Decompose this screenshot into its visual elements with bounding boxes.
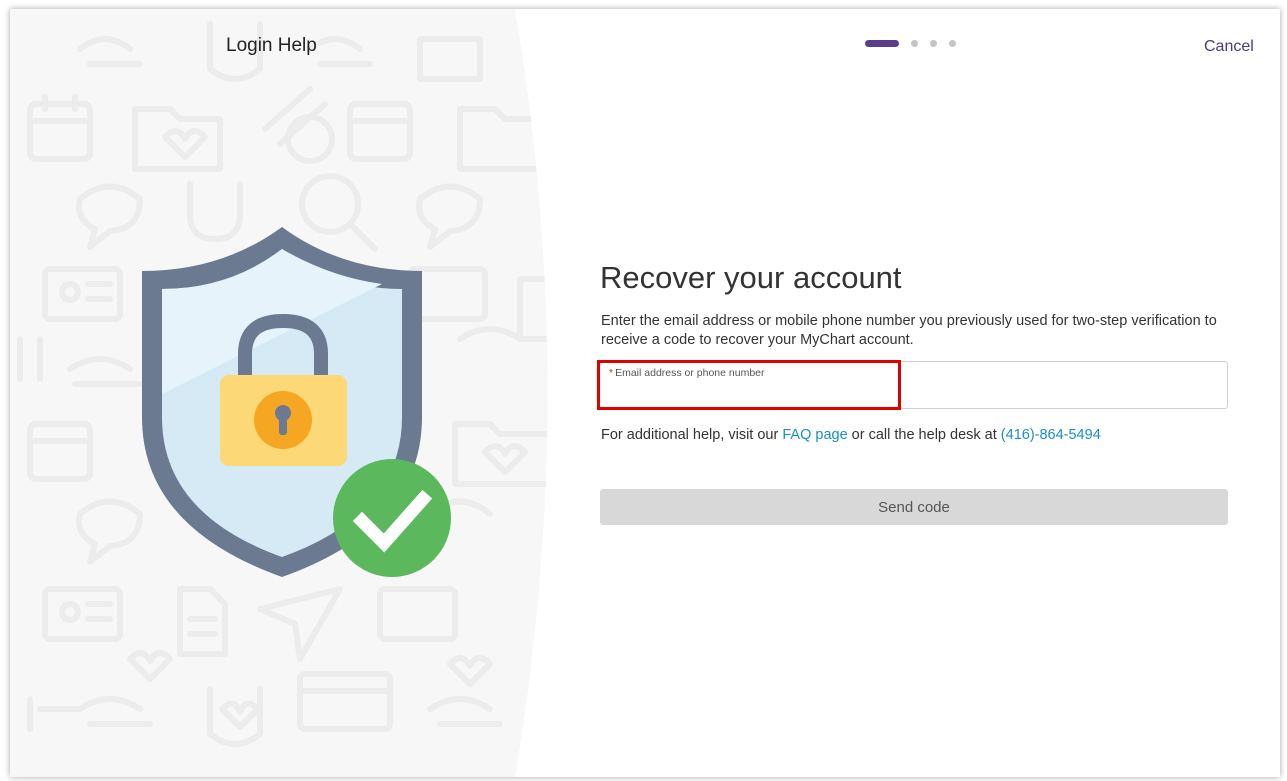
cancel-link[interactable]: Cancel xyxy=(1204,38,1254,56)
email-phone-input[interactable] xyxy=(608,384,1212,404)
step-indicator xyxy=(865,40,956,47)
step-3 xyxy=(930,40,937,47)
login-help-dialog: Login Help Cancel Recover your account E… xyxy=(10,9,1280,777)
field-label-text: Email address or phone number xyxy=(615,367,765,379)
email-phone-field[interactable]: * Email address or phone number xyxy=(599,361,1228,409)
help-text: For additional help, visit our FAQ page … xyxy=(601,427,1101,443)
step-4 xyxy=(949,40,956,47)
step-2 xyxy=(911,40,918,47)
checkmark-icon xyxy=(333,459,451,577)
page-title: Login Help xyxy=(226,35,317,56)
heading: Recover your account xyxy=(600,260,902,295)
illustration-panel xyxy=(10,9,548,777)
help-middle: or call the help desk at xyxy=(847,427,1001,443)
phone-link[interactable]: (416)-864-5494 xyxy=(1001,427,1101,443)
help-prefix: For additional help, visit our xyxy=(601,427,783,443)
field-label: * Email address or phone number xyxy=(609,367,765,379)
step-1-active xyxy=(865,40,899,47)
faq-link[interactable]: FAQ page xyxy=(782,427,847,443)
send-code-button[interactable]: Send code xyxy=(600,489,1228,525)
description: Enter the email address or mobile phone … xyxy=(601,313,1217,348)
required-mark: * xyxy=(609,367,614,379)
